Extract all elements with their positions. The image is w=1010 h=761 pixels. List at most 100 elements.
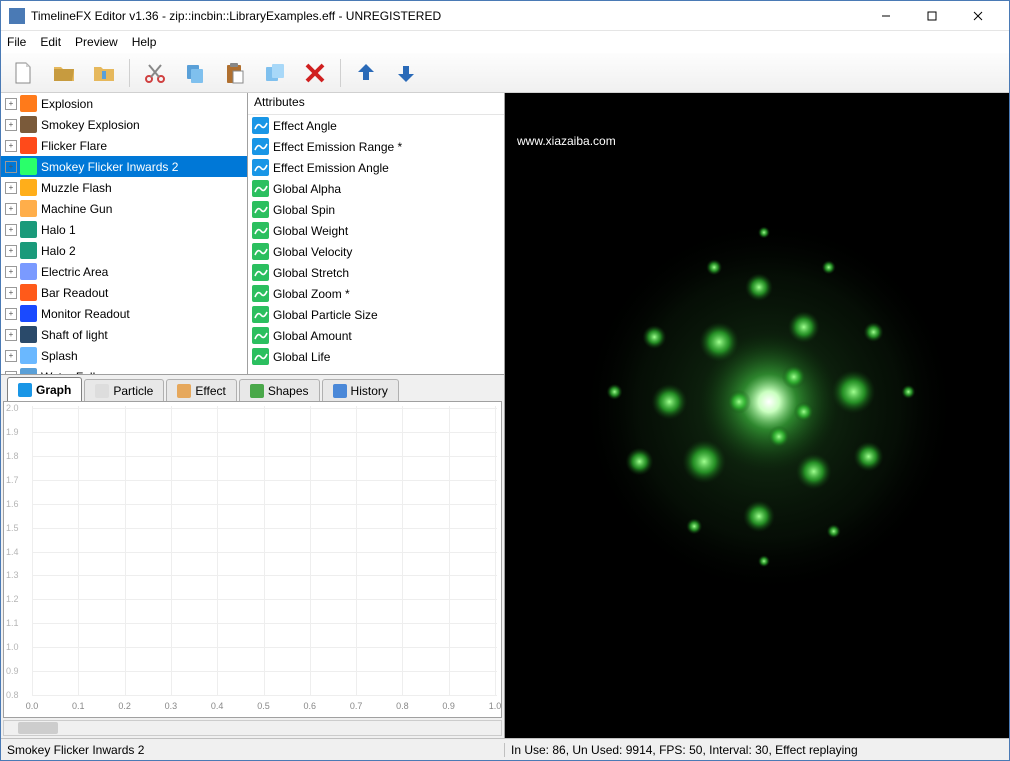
tree-item-label: Halo 1 xyxy=(41,223,76,237)
tree-item[interactable]: + Machine Gun xyxy=(1,198,247,219)
expand-icon[interactable]: + xyxy=(5,140,17,152)
title-bar: TimelineFX Editor v1.36 - zip::incbin::L… xyxy=(1,1,1009,31)
expand-icon[interactable]: + xyxy=(5,287,17,299)
attribute-item[interactable]: Effect Angle xyxy=(248,115,504,136)
attribute-item[interactable]: Effect Emission Angle xyxy=(248,157,504,178)
menu-preview[interactable]: Preview xyxy=(75,35,118,49)
tree-item[interactable]: + Smokey Explosion xyxy=(1,114,247,135)
app-icon xyxy=(9,8,25,24)
tab-history[interactable]: History xyxy=(322,379,399,401)
tab-particle[interactable]: Particle xyxy=(84,379,164,401)
tree-item[interactable]: + Water Fall xyxy=(1,366,247,374)
attribute-curve-icon xyxy=(252,180,269,197)
expand-icon[interactable]: + xyxy=(5,329,17,341)
preview-viewport[interactable]: 下载吧 www.xiazaiba.com xyxy=(505,93,1009,738)
tree-item-label: Monitor Readout xyxy=(41,307,130,321)
tree-item[interactable]: + Flicker Flare xyxy=(1,135,247,156)
scrollbar-thumb[interactable] xyxy=(18,722,58,734)
tree-item[interactable]: + Monitor Readout xyxy=(1,303,247,324)
attribute-label: Global Spin xyxy=(273,203,335,217)
attribute-item[interactable]: Global Alpha xyxy=(248,178,504,199)
expand-icon[interactable]: + xyxy=(5,224,17,236)
graph-scrollbar[interactable] xyxy=(3,720,502,736)
left-column: + Explosion+ Smokey Explosion+ Flicker F… xyxy=(1,93,505,738)
attribute-item[interactable]: Global Life xyxy=(248,346,504,367)
open-compressed-button[interactable] xyxy=(87,57,121,89)
move-down-button[interactable] xyxy=(389,57,423,89)
effect-icon xyxy=(20,179,37,196)
y-tick-label: 2.0 xyxy=(6,403,19,413)
attribute-item[interactable]: Global Particle Size xyxy=(248,304,504,325)
menu-bar: File Edit Preview Help xyxy=(1,31,1009,53)
attribute-item[interactable]: Global Velocity xyxy=(248,241,504,262)
attribute-label: Effect Emission Angle xyxy=(273,161,389,175)
maximize-button[interactable] xyxy=(909,1,955,31)
minimize-button[interactable] xyxy=(863,1,909,31)
y-tick-label: 1.2 xyxy=(6,594,19,604)
tab-shapes[interactable]: Shapes xyxy=(239,379,320,401)
move-up-button[interactable] xyxy=(349,57,383,89)
expand-icon[interactable]: + xyxy=(5,266,17,278)
tab-icon xyxy=(18,383,32,397)
tree-item[interactable]: + Smokey Flicker Inwards 2 xyxy=(1,156,247,177)
expand-icon[interactable]: + xyxy=(5,371,17,375)
expand-icon[interactable]: + xyxy=(5,308,17,320)
cut-button[interactable] xyxy=(138,57,172,89)
tree-item[interactable]: + Shaft of light xyxy=(1,324,247,345)
expand-icon[interactable]: + xyxy=(5,350,17,362)
tab-icon xyxy=(250,384,264,398)
tree-item-label: Halo 2 xyxy=(41,244,76,258)
graph-canvas[interactable]: 0.80.91.01.11.21.31.41.51.61.71.81.92.00… xyxy=(3,401,502,718)
duplicate-button[interactable] xyxy=(258,57,292,89)
y-tick-label: 1.8 xyxy=(6,451,19,461)
expand-icon[interactable]: + xyxy=(5,98,17,110)
attribute-item[interactable]: Global Spin xyxy=(248,199,504,220)
copy-button[interactable] xyxy=(178,57,212,89)
menu-help[interactable]: Help xyxy=(132,35,157,49)
tree-item[interactable]: + Halo 2 xyxy=(1,240,247,261)
attribute-item[interactable]: Global Amount xyxy=(248,325,504,346)
tree-item-label: Bar Readout xyxy=(41,286,108,300)
window-title: TimelineFX Editor v1.36 - zip::incbin::L… xyxy=(31,9,863,23)
tree-item[interactable]: + Electric Area xyxy=(1,261,247,282)
menu-edit[interactable]: Edit xyxy=(40,35,61,49)
x-tick-label: 0.6 xyxy=(304,701,317,711)
x-tick-label: 0.8 xyxy=(396,701,409,711)
open-folder-button[interactable] xyxy=(47,57,81,89)
tab-effect[interactable]: Effect xyxy=(166,379,236,401)
delete-button[interactable] xyxy=(298,57,332,89)
expand-icon[interactable]: + xyxy=(5,119,17,131)
tree-item[interactable]: + Halo 1 xyxy=(1,219,247,240)
attribute-item[interactable]: Global Zoom * xyxy=(248,283,504,304)
close-button[interactable] xyxy=(955,1,1001,31)
effect-icon xyxy=(20,95,37,112)
attribute-item[interactable]: Effect Emission Range * xyxy=(248,136,504,157)
attribute-label: Effect Emission Range * xyxy=(273,140,402,154)
effect-icon xyxy=(20,242,37,259)
attribute-curve-icon xyxy=(252,243,269,260)
tree-item[interactable]: + Explosion xyxy=(1,93,247,114)
new-file-button[interactable] xyxy=(7,57,41,89)
tab-label: Shapes xyxy=(268,384,309,398)
attribute-item[interactable]: Global Weight xyxy=(248,220,504,241)
attribute-item[interactable]: Global Stretch xyxy=(248,262,504,283)
menu-file[interactable]: File xyxy=(7,35,26,49)
x-tick-label: 0.3 xyxy=(165,701,178,711)
tree-item[interactable]: + Muzzle Flash xyxy=(1,177,247,198)
effects-tree[interactable]: + Explosion+ Smokey Explosion+ Flicker F… xyxy=(1,93,248,374)
tree-item-label: Water Fall xyxy=(41,370,95,375)
tab-graph[interactable]: Graph xyxy=(7,377,82,401)
effect-icon xyxy=(20,221,37,238)
tree-item[interactable]: + Bar Readout xyxy=(1,282,247,303)
x-tick-label: 0.4 xyxy=(211,701,224,711)
y-tick-label: 1.1 xyxy=(6,618,19,628)
x-tick-label: 0.9 xyxy=(442,701,455,711)
expand-icon[interactable]: + xyxy=(5,203,17,215)
x-tick-label: 0.5 xyxy=(257,701,270,711)
expand-icon[interactable]: + xyxy=(5,182,17,194)
expand-icon[interactable]: + xyxy=(5,161,17,173)
tree-item[interactable]: + Splash xyxy=(1,345,247,366)
expand-icon[interactable]: + xyxy=(5,245,17,257)
effect-icon xyxy=(20,326,37,343)
paste-button[interactable] xyxy=(218,57,252,89)
